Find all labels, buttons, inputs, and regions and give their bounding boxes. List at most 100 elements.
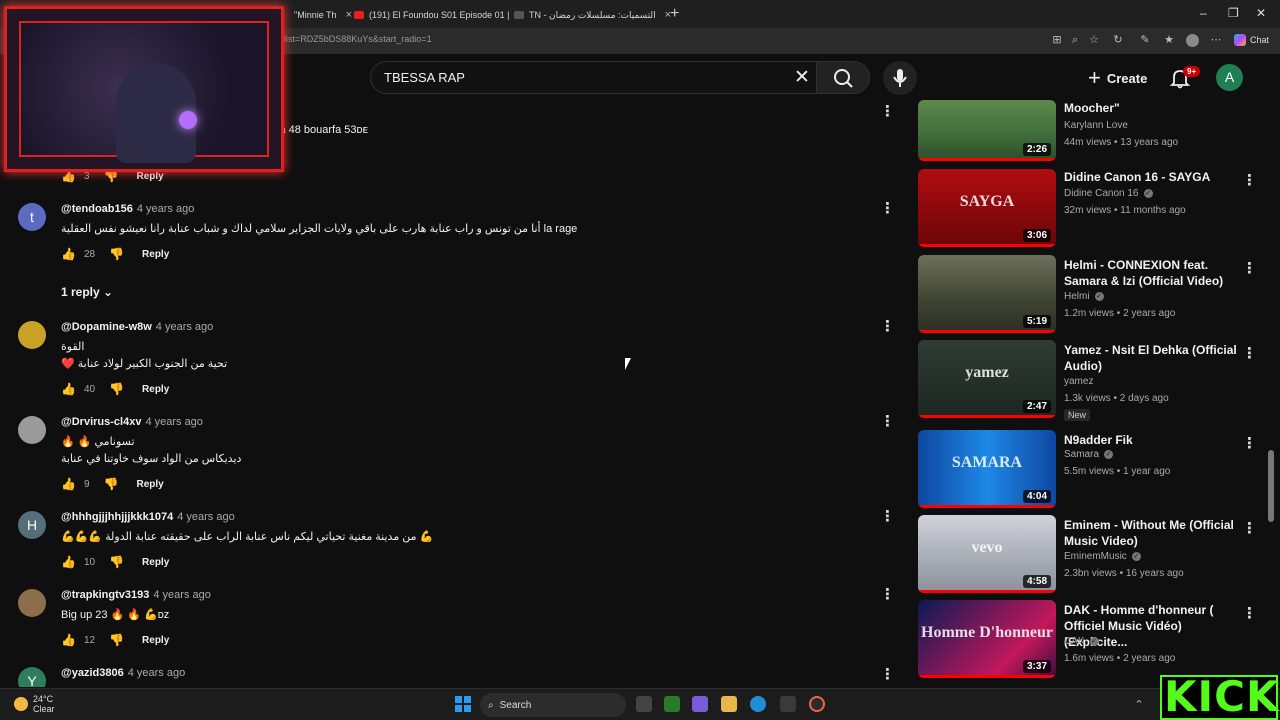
video-thumbnail[interactable]: 2:26 (918, 100, 1056, 161)
dislike-icon[interactable]: 👎 (109, 382, 124, 396)
dislike-icon[interactable]: 👎 (109, 633, 124, 647)
recommended-video[interactable]: 2:47 yamez Yamez - Nsit El Dehka (Officia… (918, 340, 1258, 421)
copilot-button[interactable]: Chat (1234, 34, 1269, 46)
search-input[interactable]: TBESSA RAP (384, 70, 465, 85)
video-thumbnail[interactable]: 4:04 SAMARA (918, 430, 1056, 508)
comment-time[interactable]: 4 years ago (177, 511, 234, 523)
like-icon[interactable]: 👍 (61, 382, 76, 396)
avatar[interactable] (18, 589, 46, 617)
video-title[interactable]: Didine Canon 16 - SAYGA (1064, 169, 1240, 185)
avatar[interactable] (18, 416, 46, 444)
video-more-icon[interactable]: ⋮ (1242, 434, 1257, 452)
tray-overflow-icon[interactable]: ⌃ (1132, 698, 1146, 712)
zoom-icon[interactable]: ⌕ (1068, 33, 1082, 47)
channel-name[interactable]: yamez (1064, 376, 1093, 387)
video-title[interactable]: N9adder Fik (1064, 432, 1240, 448)
video-thumbnail[interactable]: 5:19 (918, 255, 1056, 333)
avatar[interactable]: Y (18, 667, 46, 687)
like-icon[interactable]: 👍 (61, 477, 76, 491)
video-title[interactable]: Eminem - Without Me (Official Music Vide… (1064, 517, 1240, 549)
video-thumbnail[interactable]: 3:06 SAYGA (918, 169, 1056, 247)
create-button[interactable]: + Create (1080, 63, 1155, 93)
reply-button[interactable]: Reply (142, 384, 169, 395)
comment-more-icon[interactable]: ⋮ (880, 667, 895, 683)
file-explorer-icon[interactable] (721, 696, 737, 712)
extensions-icon[interactable]: ✎ (1138, 33, 1152, 47)
page-scrollbar[interactable] (1268, 450, 1274, 522)
comment-more-icon[interactable]: ⋮ (880, 317, 895, 335)
clear-search-icon[interactable]: ✕ (794, 66, 810, 89)
comment-time[interactable]: 4 years ago (156, 321, 213, 333)
obs-icon[interactable] (809, 696, 825, 712)
browser-tab-2[interactable]: (191) El Foundou S01 Episode 01 |× (348, 4, 531, 26)
comment-author[interactable]: @tendoab156 (61, 203, 133, 215)
task-view-icon[interactable] (636, 696, 652, 712)
channel-name[interactable]: Samara ✓ (1064, 449, 1114, 460)
comment-time[interactable]: 4 years ago (137, 203, 194, 215)
comment-author[interactable]: @Drvirus-cl4xv (61, 416, 141, 428)
video-title[interactable]: Moocher" (1064, 100, 1240, 116)
reply-button[interactable]: Reply (136, 171, 163, 182)
comment-more-icon[interactable]: ⋮ (880, 102, 895, 120)
recommended-video[interactable]: 5:19 Helmi - CONNEXION feat. Samara & Iz… (918, 255, 1258, 335)
store-icon[interactable] (780, 696, 796, 712)
comment-author[interactable]: @hhhgjjjhhjjjkkk1074 (61, 511, 173, 523)
recommended-video[interactable]: 3:06 SAYGA Didine Canon 16 - SAYGA Didine… (918, 169, 1258, 249)
taskbar-search[interactable]: ⌕ Search (480, 693, 626, 717)
recommended-video[interactable]: 2:26 Moocher" Karylann Love 44m views • … (918, 100, 1258, 180)
comment-author[interactable]: @trapkingtv3193 (61, 589, 149, 601)
comment-more-icon[interactable]: ⋮ (880, 199, 895, 217)
apps-icon[interactable]: ⊞ (1050, 33, 1064, 47)
weather-widget[interactable]: 24°C Clear (14, 694, 55, 714)
video-more-icon[interactable]: ⋮ (1242, 519, 1257, 537)
browser-menu-icon[interactable]: ⋯ (1209, 33, 1223, 47)
video-title[interactable]: Helmi - CONNEXION feat. Samara & Izi (Of… (1064, 257, 1240, 289)
reply-button[interactable]: Reply (142, 635, 169, 646)
channel-name[interactable]: Karylann Love (1064, 120, 1128, 131)
reply-button[interactable]: Reply (142, 557, 169, 568)
copilot-taskbar-icon[interactable] (692, 696, 708, 712)
browser-tab-3[interactable]: TN - التسميات: مسلسلات رمضان × (508, 4, 677, 26)
dislike-icon[interactable]: 👎 (104, 477, 119, 491)
recommended-video[interactable]: 3:37 Homme D'honneur DAK - Homme d'honneu… (918, 600, 1258, 680)
reply-button[interactable]: Reply (142, 249, 169, 260)
video-title[interactable]: Yamez - Nsit El Dehka (Official Audio) (1064, 342, 1240, 374)
voice-search-button[interactable] (883, 61, 917, 95)
dislike-icon[interactable]: 👎 (109, 555, 124, 569)
channel-name[interactable]: Helmi ✓ (1064, 291, 1104, 302)
comment-author[interactable]: @yazid3806 (61, 667, 124, 679)
windows-start-icon[interactable] (455, 696, 471, 712)
video-more-icon[interactable]: ⋮ (1242, 171, 1257, 189)
refresh-icon[interactable]: ↻ (1111, 33, 1125, 47)
comment-time[interactable]: 4 years ago (145, 416, 202, 428)
comment-more-icon[interactable]: ⋮ (880, 585, 895, 603)
comment-more-icon[interactable]: ⋮ (880, 507, 895, 525)
favorite-star-icon[interactable]: ☆ (1087, 33, 1101, 47)
video-thumbnail[interactable]: 3:37 Homme D'honneur (918, 600, 1056, 678)
avatar[interactable]: H (18, 511, 46, 539)
video-more-icon[interactable]: ⋮ (1242, 344, 1257, 362)
like-icon[interactable]: 👍 (61, 633, 76, 647)
edge-browser-icon[interactable] (750, 696, 766, 712)
account-avatar[interactable]: A (1216, 64, 1243, 91)
new-tab-icon[interactable]: + (670, 5, 679, 23)
maximize-icon[interactable]: ❐ (1228, 6, 1239, 20)
dislike-icon[interactable]: 👎 (109, 247, 124, 261)
collections-icon[interactable]: ★ (1162, 33, 1176, 47)
like-icon[interactable]: 👍 (61, 247, 76, 261)
nvidia-icon[interactable] (664, 696, 680, 712)
window-close-icon[interactable]: ✕ (1256, 6, 1266, 20)
address-field[interactable]: &list=RDZ5bDS88KuYs&start_radio=1 (278, 34, 432, 44)
comment-author[interactable]: @Dopamine-w8w (61, 321, 152, 333)
video-thumbnail[interactable]: 2:47 yamez (918, 340, 1056, 418)
channel-name[interactable]: DAK ✓ (1064, 636, 1099, 647)
like-icon[interactable]: 👍 (61, 555, 76, 569)
reply-button[interactable]: Reply (136, 479, 163, 490)
channel-name[interactable]: Didine Canon 16 ✓ (1064, 188, 1153, 199)
avatar[interactable] (18, 321, 46, 349)
minimize-icon[interactable]: – (1200, 6, 1207, 20)
video-more-icon[interactable]: ⋮ (1242, 259, 1257, 277)
replies-toggle[interactable]: 1 reply ⌄ (61, 285, 113, 299)
recommended-video[interactable]: 4:04 SAMARA N9adder Fik Samara ✓ 5.5m view… (918, 430, 1258, 510)
avatar[interactable]: t (18, 203, 46, 231)
